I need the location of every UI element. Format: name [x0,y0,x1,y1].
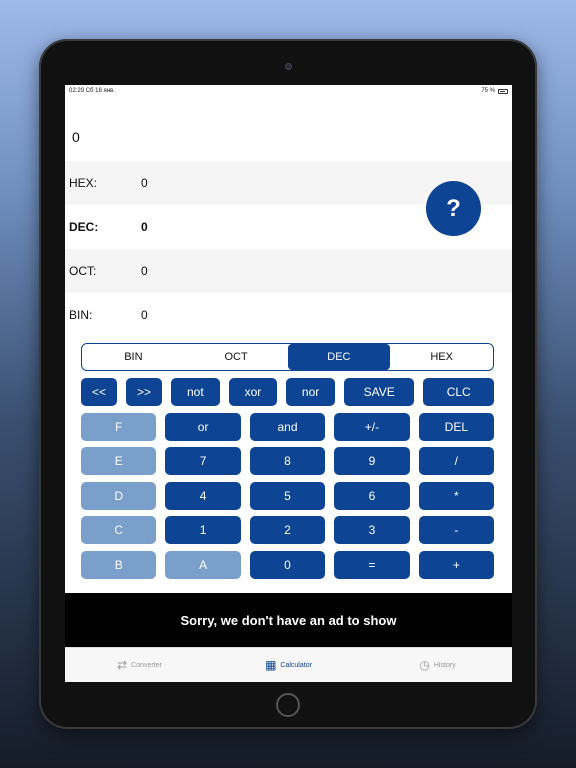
c-key[interactable]: C [81,516,157,544]
tab-calculator-label: Calculator [280,661,312,669]
minus-key[interactable]: - [418,516,495,544]
battery-icon [498,88,508,94]
nor-key[interactable]: nor [286,378,335,406]
mode-selector: BIN OCT DEC HEX [81,343,494,371]
equals-key[interactable]: = [334,550,410,579]
multiply-key[interactable]: * [418,481,495,510]
shift-right-key[interactable]: >> [126,378,162,406]
status-date: Сб 18 янв. [85,88,115,94]
main-display: 0 [65,97,512,161]
converter-icon: ⇄ [117,658,128,672]
keypad-row: C 1 2 3 - [81,516,495,544]
shift-left-key[interactable]: << [81,378,117,406]
oct-value: 0 [141,264,148,278]
mode-hex[interactable]: HEX [390,344,493,370]
two-key[interactable]: 2 [249,516,326,544]
mode-bin[interactable]: BIN [82,344,185,370]
three-key[interactable]: 3 [334,516,410,544]
plus-key[interactable]: + [418,550,495,579]
xor-key[interactable]: xor [228,378,278,406]
ad-banner: Sorry, we don't have an ad to show [65,593,512,647]
nine-key[interactable]: 9 [334,447,410,475]
battery-percent: 75 % [481,88,495,94]
status-time: 02:29 [69,88,85,94]
keypad-row: << >> not xor nor SAVE CLC [81,378,494,406]
keypad-row: B A 0 = + [81,550,495,579]
not-key[interactable]: not [171,378,220,406]
clc-key[interactable]: CLC [423,378,494,406]
mode-oct[interactable]: OCT [185,344,288,370]
negate-key[interactable]: +/- [334,412,410,441]
keypad-row: D 4 5 6 * [81,481,495,510]
home-button[interactable] [276,693,300,717]
oct-label: OCT: [69,264,97,278]
display-value: 0 [72,129,80,145]
divide-key[interactable]: / [418,447,495,475]
b-key[interactable]: B [81,550,157,579]
hex-value: 0 [141,176,148,190]
one-key[interactable]: 1 [165,516,241,544]
or-key[interactable]: or [165,412,241,441]
oct-row: OCT: 0 [65,249,512,293]
dec-value: 0 [141,220,148,234]
e-key[interactable]: E [81,447,157,475]
calculator-icon: ▦ [265,658,277,672]
a-key[interactable]: A [165,550,241,579]
keypad: << >> not xor nor SAVE CLC F or and +/- … [81,378,495,585]
app-screen: 02:29 Сб 18 янв. 75 % 0 ? HEX: 0 DEC: 0 … [65,85,512,682]
tab-history-label: History [433,661,456,669]
hex-label: HEX: [69,176,98,190]
status-bar: 02:29 Сб 18 янв. 75 % [65,85,512,97]
tab-converter-label: Converter [131,661,162,669]
bin-value: 0 [141,308,148,322]
bin-label: BIN: [69,308,93,322]
zero-key[interactable]: 0 [249,550,326,579]
tab-converter[interactable]: ⇄ Converter [65,648,214,682]
four-key[interactable]: 4 [165,481,241,510]
six-key[interactable]: 6 [334,481,410,510]
d-key[interactable]: D [81,481,157,510]
del-key[interactable]: DEL [418,412,495,441]
seven-key[interactable]: 7 [165,447,241,475]
bin-row: BIN: 0 [65,293,512,337]
camera [285,63,292,70]
history-icon: ◷ [419,658,430,672]
mode-dec[interactable]: DEC [287,344,391,370]
eight-key[interactable]: 8 [249,447,326,475]
dec-label: DEC: [69,220,99,234]
help-button[interactable]: ? [426,181,481,236]
keypad-row: E 7 8 9 / [81,447,495,475]
tab-bar: ⇄ Converter ▦ Calculator ◷ History [65,647,512,682]
keypad-row: F or and +/- DEL [81,412,495,441]
five-key[interactable]: 5 [249,481,326,510]
f-key[interactable]: F [81,412,157,441]
and-key[interactable]: and [249,412,326,441]
tablet-frame: 02:29 Сб 18 янв. 75 % 0 ? HEX: 0 DEC: 0 … [39,39,537,729]
save-key[interactable]: SAVE [343,378,415,406]
tab-history[interactable]: ◷ History [363,648,512,682]
tab-calculator[interactable]: ▦ Calculator [214,648,363,682]
